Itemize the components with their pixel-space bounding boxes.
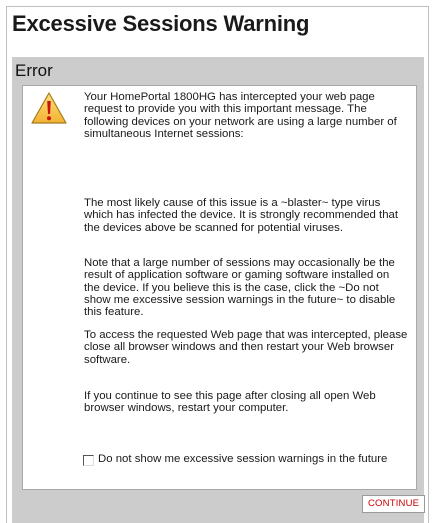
message-paragraph-intro: Your HomePortal 1800HG has intercepted y…	[84, 91, 397, 140]
page-title: Excessive Sessions Warning	[12, 11, 310, 36]
optout-row[interactable]: Do not show me excessive session warning…	[83, 453, 387, 466]
panel-heading: Error	[15, 61, 53, 80]
continue-button[interactable]: CONTINUE	[362, 495, 426, 513]
optout-label[interactable]: Do not show me excessive session warning…	[98, 453, 387, 466]
message-paragraph-cause: The most likely cause of this issue is a…	[84, 197, 399, 234]
message-paragraph-restart: If you continue to see this page after c…	[84, 390, 376, 415]
message-paragraph-access: To access the requested Web page that wa…	[84, 329, 408, 366]
message-box: Your HomePortal 1800HG has intercepted y…	[22, 85, 417, 490]
error-panel: Error Your HomePortal 1800HG has interce…	[12, 57, 426, 523]
message-paragraph-note: Note that a large number of sessions may…	[84, 257, 396, 319]
optout-checkbox[interactable]	[83, 454, 94, 466]
warning-triangle-icon	[31, 92, 67, 124]
